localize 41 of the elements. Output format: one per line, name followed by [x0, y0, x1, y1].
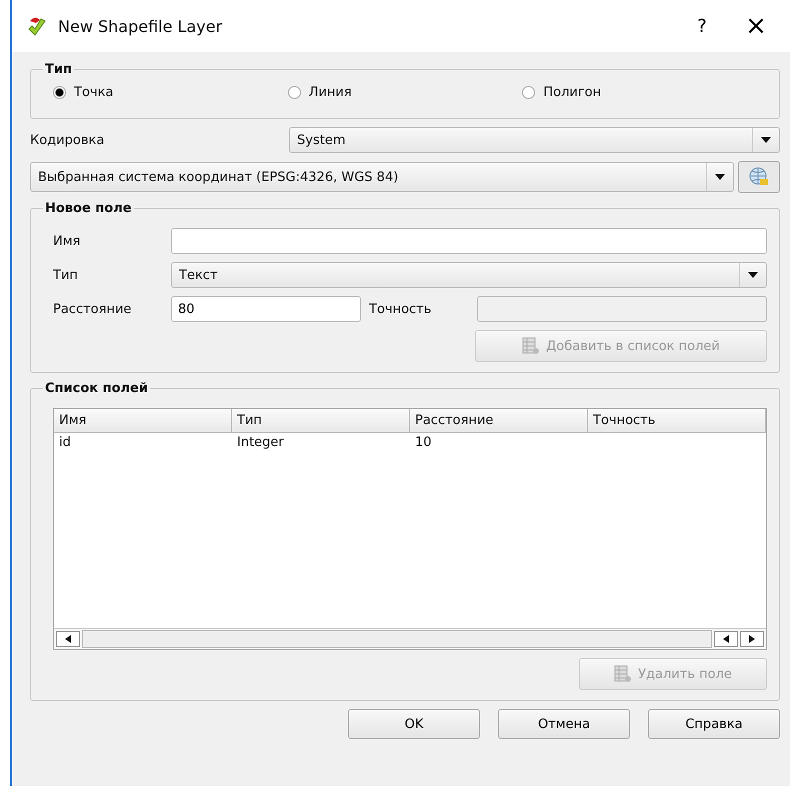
- table-icon: [614, 665, 632, 683]
- app-icon: [26, 15, 48, 37]
- column-header[interactable]: Точность: [588, 409, 766, 432]
- name-label: Имя: [53, 234, 82, 248]
- encoding-label: Кодировка: [30, 132, 106, 148]
- right-arrow-icon: [749, 635, 755, 643]
- column-header[interactable]: Имя: [54, 409, 232, 432]
- group-title: Список полей: [44, 381, 149, 396]
- crs-select-button[interactable]: [738, 161, 780, 193]
- group-title: Тип: [44, 62, 73, 77]
- caret-icon: [715, 174, 725, 180]
- crs-dropdown[interactable]: Выбранная система координат (EPSG:4326, WGS 84): [30, 162, 734, 192]
- encoding-dropdown[interactable]: System: [289, 127, 780, 153]
- dialog-button[interactable]: OK: [348, 709, 480, 739]
- column-header[interactable]: Расстояние: [410, 409, 588, 432]
- table-cell-text: 10: [414, 434, 433, 452]
- precision-label: Точность: [369, 302, 432, 316]
- table-icon: [522, 337, 540, 355]
- group-title: Новое поле: [44, 201, 133, 216]
- globe-icon: [748, 166, 770, 188]
- caret-icon: [748, 272, 758, 278]
- length-label: Расстояние: [53, 302, 132, 316]
- radio-option[interactable]: Полигон: [522, 85, 758, 100]
- name-input[interactable]: [171, 228, 767, 254]
- radio-option[interactable]: Точка: [53, 85, 288, 100]
- type-dropdown[interactable]: Текст: [171, 262, 767, 288]
- caret-icon: [761, 137, 771, 143]
- dialog-button[interactable]: Справка: [648, 709, 780, 739]
- left-arrow-icon: [723, 635, 729, 643]
- dialog-button[interactable]: Отмена: [498, 709, 630, 739]
- close-button[interactable]: ×: [734, 10, 778, 42]
- column-header[interactable]: Тип: [232, 409, 410, 432]
- left-arrow-icon: [65, 635, 71, 643]
- table-cell-text: id: [58, 434, 72, 452]
- horizontal-scrollbar[interactable]: [54, 628, 766, 649]
- window-title: New Shapefile Layer: [58, 16, 224, 36]
- type-label: Тип: [53, 268, 79, 282]
- help-button[interactable]: ?: [680, 14, 724, 38]
- length-input[interactable]: 80: [171, 296, 361, 322]
- table-cell-text: Integer: [236, 434, 285, 452]
- radio-option[interactable]: Линия: [288, 85, 522, 100]
